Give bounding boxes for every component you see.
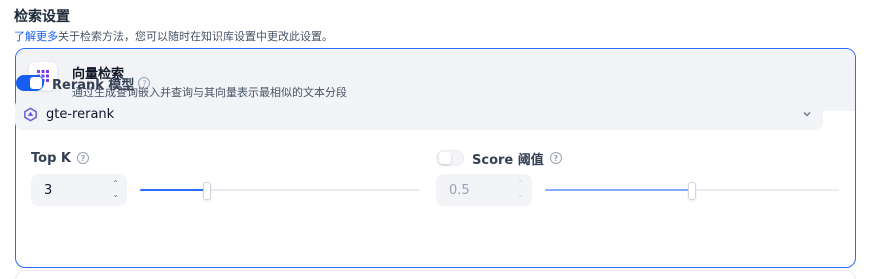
- section-description-text: 关于检索方法，您可以随时在知识库设置中更改此设置。: [58, 30, 333, 43]
- top-k-slider[interactable]: [140, 182, 420, 200]
- learn-more-link[interactable]: 了解更多: [14, 30, 58, 43]
- stepper-up-icon[interactable]: ⌃: [112, 178, 119, 189]
- slider-thumb[interactable]: [688, 182, 696, 200]
- score-threshold-value: 0.5: [449, 182, 470, 198]
- slider-fill: [545, 189, 692, 191]
- rerank-model-name: gte-rerank: [46, 106, 115, 122]
- score-threshold-label: Score 阈值: [472, 152, 544, 168]
- stepper-down-icon[interactable]: ⌄: [112, 189, 119, 200]
- top-k-label-row: Top K ?: [31, 150, 89, 166]
- rerank-label: Rerank 模型: [52, 77, 135, 93]
- score-threshold-slider[interactable]: [545, 182, 839, 200]
- slider-fill: [140, 189, 207, 191]
- top-k-input[interactable]: 3 ⌃ ⌄: [31, 174, 127, 206]
- next-option-card[interactable]: [15, 270, 856, 279]
- score-threshold-toggle[interactable]: [436, 150, 464, 166]
- score-threshold-label-row: Score 阈值 ?: [436, 150, 562, 168]
- top-k-label: Top K: [31, 150, 71, 166]
- top-k-value: 3: [44, 182, 53, 198]
- top-k-help-icon[interactable]: ?: [76, 152, 89, 164]
- rerank-toggle[interactable]: [16, 75, 44, 91]
- rerank-row: Rerank 模型 ?: [16, 75, 151, 93]
- top-k-stepper[interactable]: ⌃ ⌄: [112, 178, 119, 200]
- rerank-model-select[interactable]: gte-rerank: [15, 98, 823, 130]
- help-circle-icon[interactable]: ?: [138, 77, 151, 89]
- section-description: 了解更多关于检索方法，您可以随时在知识库设置中更改此设置。: [14, 28, 333, 44]
- stepper-up-icon[interactable]: ⌃: [517, 178, 524, 189]
- section-title: 检索设置: [14, 9, 70, 25]
- score-threshold-input[interactable]: 0.5 ⌃ ⌄: [436, 174, 532, 206]
- score-stepper[interactable]: ⌃ ⌄: [517, 178, 524, 200]
- chevron-down-icon: [803, 112, 811, 117]
- slider-thumb[interactable]: [203, 182, 211, 200]
- stepper-down-icon[interactable]: ⌄: [517, 189, 524, 200]
- gte-model-icon: [22, 106, 38, 122]
- score-help-icon[interactable]: ?: [549, 152, 562, 164]
